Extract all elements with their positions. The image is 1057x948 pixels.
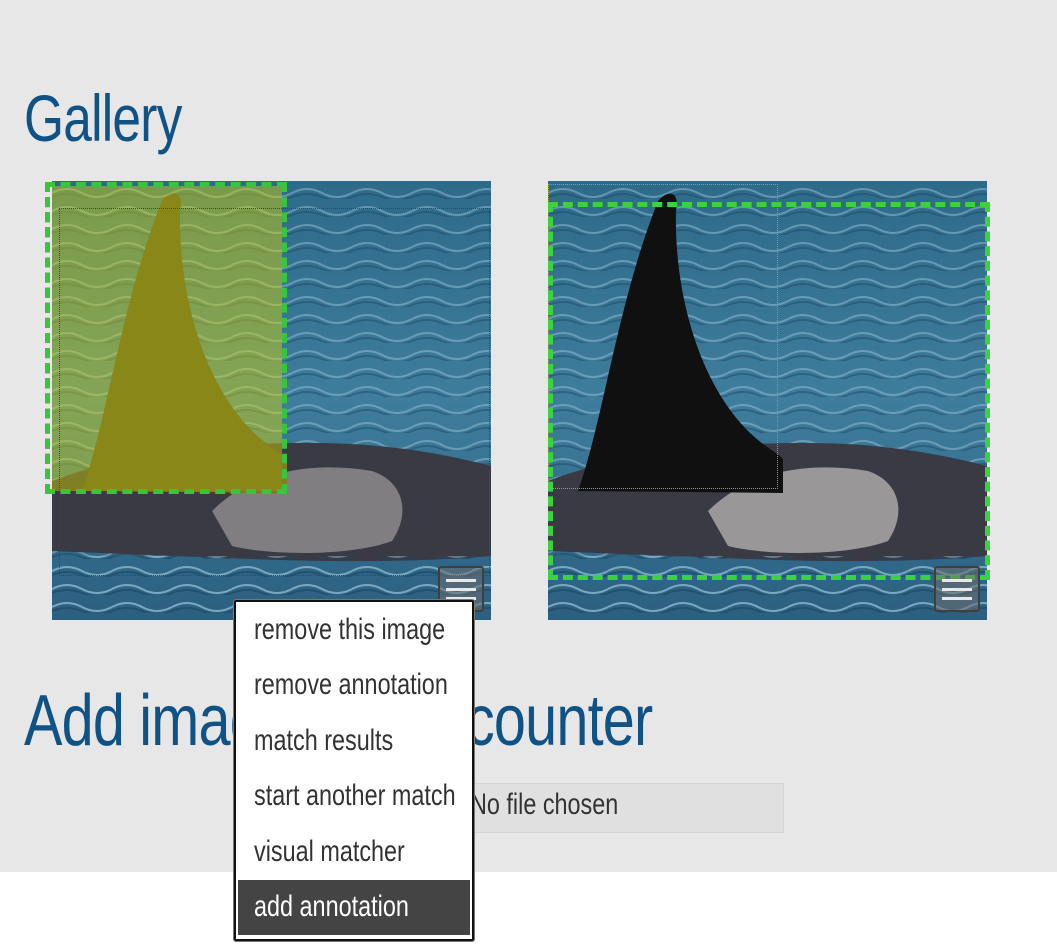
menu-item-match-results[interactable]: match results [236,713,472,769]
image-context-menu: remove this image remove annotation matc… [234,600,474,941]
file-status-text: No file chosen [470,788,619,821]
highlight-overlay [52,186,287,493]
orca-photo [548,181,987,620]
hamburger-menu-icon [446,578,476,582]
image-menu-button-2[interactable] [934,566,980,612]
menu-item-add-annotation[interactable]: add annotation [238,879,470,935]
hamburger-menu-icon [942,578,972,582]
menu-item-start-another-match[interactable]: start another match [236,769,472,825]
menu-item-remove-image[interactable]: remove this image [236,602,472,658]
gallery-heading: Gallery [24,81,182,155]
menu-item-remove-annotation[interactable]: remove annotation [236,658,472,714]
gallery-image-2[interactable] [548,181,987,620]
menu-item-visual-matcher[interactable]: visual matcher [236,824,472,880]
